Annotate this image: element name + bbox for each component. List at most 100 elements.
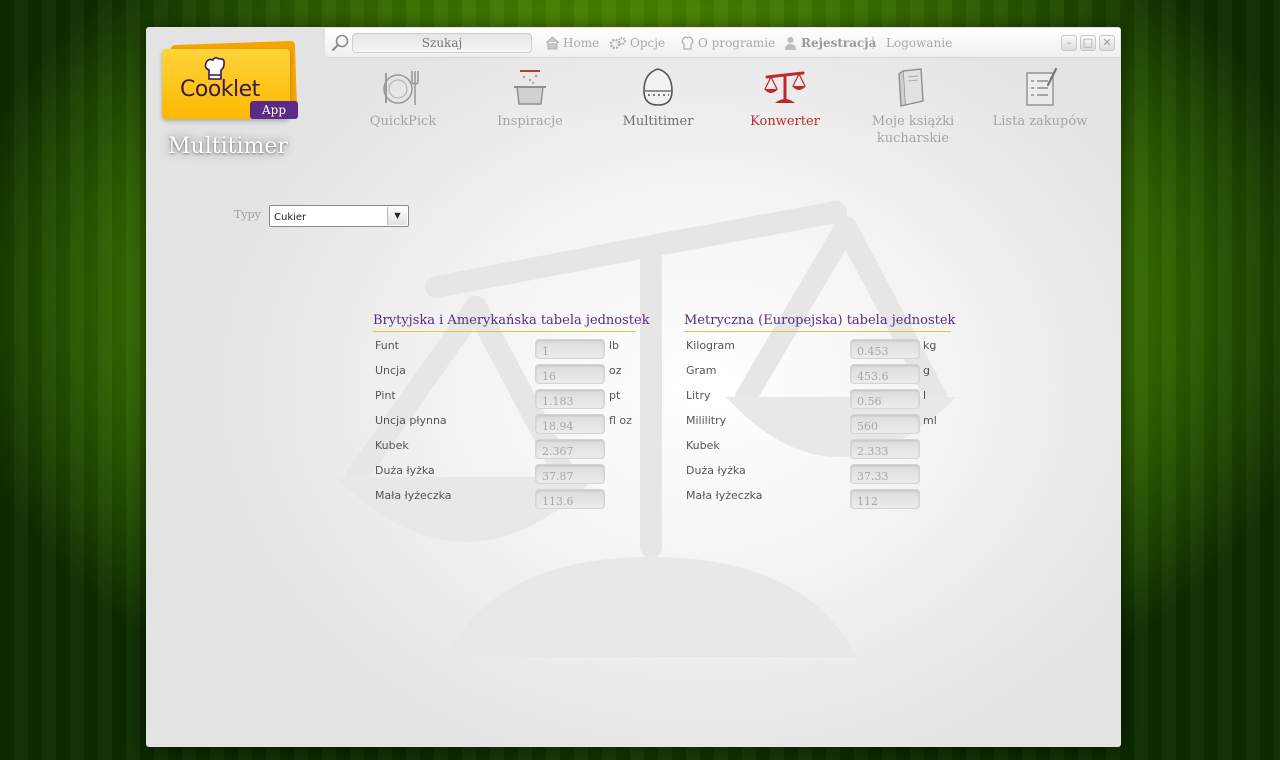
minimize-icon: – (1066, 36, 1072, 49)
nav-multitimer-label: Multitimer (622, 114, 694, 129)
unit-label: Duża łyżka (375, 464, 435, 477)
unit-label: Kubek (686, 439, 720, 452)
app-window: Home Opcje O programie Rejestracja | Log… (146, 27, 1121, 747)
unit-label: Mililitry (686, 414, 727, 427)
unit-label: Mała łyżeczka (375, 489, 452, 502)
table-row: Kilogram 0.453 kg (684, 332, 951, 359)
about-link[interactable]: O programie (680, 35, 775, 51)
metric-units-table: Metryczna (Europejska) tabela jednostek … (684, 313, 955, 509)
about-link-label: O programie (698, 36, 776, 50)
unit-label: Uncja (375, 364, 406, 377)
unit-value-field[interactable]: 18.94 (535, 414, 605, 434)
top-toolbar: Home Opcje O programie Rejestracja | Log… (324, 28, 1120, 58)
unit-value-field[interactable]: 1.183 (535, 389, 605, 409)
unit-value-field[interactable]: 16 (535, 364, 605, 384)
login-link-label: Logowanie (886, 36, 953, 50)
unit-label: Duża łyżka (686, 464, 746, 477)
cooking-pot-icon (514, 70, 546, 105)
unit-symbol: g (923, 364, 930, 377)
login-link[interactable]: Logowanie (886, 35, 952, 51)
unit-symbol: kg (923, 339, 937, 352)
table-row: Mililitry 560 ml (684, 407, 951, 434)
unit-label: Kubek (375, 439, 409, 452)
register-link-label: Rejestracja (801, 36, 877, 50)
table-row: Funt 1 lb (373, 332, 636, 359)
gear-icon (609, 37, 626, 50)
imperial-table-title: Brytyjska i Amerykańska tabela jednostek (373, 313, 650, 332)
page-title: Multitimer (168, 134, 288, 159)
unit-label: Mała łyżeczka (686, 489, 763, 502)
nav-cookbooks-label: Moje książki kucharskie (871, 114, 955, 146)
unit-value-field[interactable]: 37.33 (850, 464, 920, 484)
plate-fork-knife-icon (383, 71, 419, 105)
options-link-label: Opcje (630, 36, 666, 50)
minimize-button[interactable]: – (1061, 35, 1077, 51)
unit-value-field[interactable]: 37.87 (535, 464, 605, 484)
unit-label: Litry (686, 389, 711, 402)
table-row: Duża łyżka 37.87 (373, 457, 636, 484)
nav-shopping-list[interactable]: Lista zakupów (980, 67, 1100, 130)
table-row: Duża łyżka 37.33 (684, 457, 951, 484)
unit-label: Funt (375, 339, 399, 352)
unit-symbol: ml (923, 414, 937, 427)
home-icon (545, 36, 560, 50)
table-row: Gram 453.6 g (684, 357, 951, 384)
cooklet-logo[interactable]: Cooklet App (162, 40, 300, 123)
metric-table-title: Metryczna (Europejska) tabela jednostek (684, 313, 955, 332)
unit-value-field[interactable]: 112 (850, 489, 920, 509)
toolbar-separator: | (871, 35, 876, 49)
types-label: Typy (234, 208, 261, 221)
unit-value-field[interactable]: 0.453 (850, 339, 920, 359)
register-link[interactable]: Rejestracja (783, 35, 876, 51)
unit-value-field[interactable]: 2.367 (535, 439, 605, 459)
book-icon (898, 68, 924, 107)
home-link-label: Home (563, 36, 600, 50)
unit-value-field[interactable]: 113.6 (535, 489, 605, 509)
table-row: Kubek 2.333 (684, 432, 951, 459)
maximize-button[interactable]: □ (1080, 35, 1096, 51)
logo-brand-text: Cooklet (180, 77, 260, 102)
table-row: Litry 0.56 l (684, 382, 951, 409)
nav-quickpick[interactable]: QuickPick (343, 67, 463, 130)
nav-shopping-list-label: Lista zakupów (992, 114, 1088, 129)
unit-label: Pint (375, 389, 396, 402)
table-row: Uncja płynna 18.94 fl oz (373, 407, 636, 434)
nav-cookbooks[interactable]: Moje książki kucharskie (853, 67, 973, 147)
checklist-icon (1026, 67, 1058, 106)
table-row: Uncja 16 oz (373, 357, 636, 384)
imperial-units-table: Brytyjska i Amerykańska tabela jednostek… (373, 313, 650, 509)
nav-inspiracje[interactable]: Inspiracje (470, 67, 590, 130)
types-selected-value: Cukier (274, 212, 307, 223)
user-icon (785, 37, 796, 50)
scales-icon (764, 71, 806, 103)
table-row: Mała łyżeczka 113.6 (373, 482, 636, 509)
nav-multitimer[interactable]: Multitimer (598, 67, 718, 130)
search-icon[interactable] (330, 33, 350, 53)
table-row: Pint 1.183 pt (373, 382, 636, 409)
close-button[interactable]: ✕ (1099, 35, 1115, 51)
egg-timer-icon (643, 68, 673, 106)
types-dropdown[interactable]: Cukier ▼ (269, 205, 409, 227)
logo-app-badge: App (250, 101, 298, 119)
unit-symbol: oz (609, 364, 622, 377)
search-input[interactable] (352, 33, 532, 53)
nav-konwerter[interactable]: Konwerter (725, 67, 845, 130)
unit-symbol: pt (609, 389, 621, 402)
unit-value-field[interactable]: 0.56 (850, 389, 920, 409)
unit-value-field[interactable]: 560 (850, 414, 920, 434)
unit-value-field[interactable]: 453.6 (850, 364, 920, 384)
nav-konwerter-label: Konwerter (750, 114, 820, 129)
maximize-icon: □ (1082, 36, 1094, 49)
options-link[interactable]: Opcje (609, 35, 665, 51)
home-link[interactable]: Home (545, 35, 599, 51)
unit-value-field[interactable]: 1 (535, 339, 605, 359)
nav-inspiracje-label: Inspiracje (497, 114, 563, 129)
table-row: Mała łyżeczka 112 (684, 482, 951, 509)
unit-value-field[interactable]: 2.333 (850, 439, 920, 459)
chevron-down-icon[interactable]: ▼ (387, 207, 407, 225)
close-icon: ✕ (1102, 36, 1112, 49)
nav-quickpick-label: QuickPick (369, 114, 437, 129)
unit-symbol: l (923, 389, 927, 402)
unit-label: Gram (686, 364, 717, 377)
chef-hat-icon (681, 36, 694, 50)
